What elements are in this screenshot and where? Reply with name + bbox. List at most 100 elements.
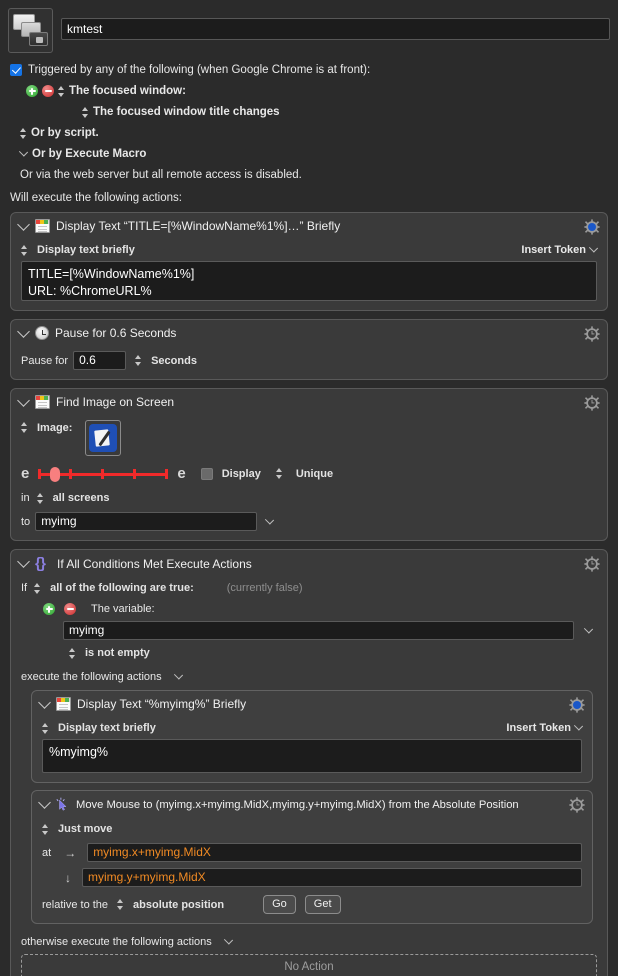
if-body: If all of the following are true: (curre… (11, 582, 607, 976)
remove-condition-button[interactable] (64, 603, 76, 615)
condition-mode-label: all of the following are true: (50, 582, 194, 594)
fuzz-slider-knob[interactable] (50, 466, 61, 482)
else-branch-header[interactable]: otherwise execute the following actions (21, 935, 597, 948)
action-title-row[interactable]: Pause for 0.6 Seconds (11, 320, 607, 344)
else-no-action-dropzone[interactable]: No Action (21, 954, 597, 976)
get-button[interactable]: Get (304, 895, 341, 914)
operator-stepper-icon[interactable] (69, 647, 76, 659)
unique-stepper-icon[interactable] (275, 468, 283, 479)
display-mode-row[interactable]: Display text briefly Insert Token (42, 721, 584, 734)
clock-icon (35, 326, 49, 340)
display-checkbox[interactable] (200, 467, 213, 480)
condition-variable-row[interactable]: myimg (21, 621, 597, 640)
add-condition-button[interactable] (43, 603, 55, 615)
trigger-sub-stepper-icon[interactable] (82, 106, 89, 118)
gear-icon[interactable] (584, 395, 600, 411)
gear-clock-icon[interactable] (584, 326, 600, 342)
add-trigger-button[interactable] (26, 85, 38, 97)
condition-operator-label: is not empty (85, 647, 150, 659)
condition-mode-stepper-icon[interactable] (34, 582, 41, 594)
chevron-down-icon[interactable] (583, 623, 594, 634)
move-y-input[interactable]: myimg.y+myimg.MidX (82, 868, 582, 887)
chevron-down-icon[interactable] (223, 935, 233, 945)
trigger-or-script-row[interactable]: Or by script. (10, 127, 608, 139)
image-source-stepper-icon[interactable] (21, 422, 28, 433)
position-mode-stepper-icon[interactable] (117, 899, 124, 910)
action-title-row[interactable]: Find Image on Screen (11, 389, 607, 413)
display-mode-stepper-icon[interactable] (21, 244, 28, 256)
chevron-down-icon[interactable] (173, 670, 183, 680)
move-mode-stepper-icon[interactable] (42, 823, 49, 835)
disclosure-triangle-icon[interactable] (38, 796, 51, 809)
display-text-textarea[interactable]: TITLE=[%WindowName%1%] URL: %ChromeURL% (21, 261, 597, 301)
chevron-down-icon[interactable] (265, 514, 275, 525)
chevron-down-icon[interactable] (18, 147, 29, 157)
condition-variable-input[interactable]: myimg (63, 621, 574, 640)
move-x-input[interactable]: myimg.x+myimg.MidX (87, 843, 582, 862)
trigger-item-row[interactable]: The focused window: (10, 85, 608, 97)
display-mode-stepper-icon[interactable] (42, 722, 49, 734)
gear-blue-icon[interactable] (584, 219, 600, 235)
trigger-enabled-row[interactable]: Triggered by any of the following (when … (10, 64, 608, 76)
result-variable-row[interactable]: to myimg (21, 512, 597, 531)
preview-app-icon[interactable] (85, 420, 122, 456)
condition-operator-row[interactable]: is not empty (21, 647, 597, 659)
macro-windows-icon[interactable] (8, 8, 53, 53)
action-display-text-2[interactable]: Display Text “%myimg%” Briefly Display t… (31, 690, 593, 783)
action-find-image[interactable]: Find Image on Screen Image: e e Display … (10, 388, 608, 541)
insert-token-button[interactable]: Insert Token (521, 243, 599, 256)
fuzz-slider-row[interactable]: e e Display Unique (21, 465, 597, 482)
display-mode-row[interactable]: Display text briefly Insert Token (21, 243, 599, 256)
result-variable-input[interactable]: myimg (35, 512, 258, 531)
move-mode-row[interactable]: Just move (42, 823, 582, 835)
display-text-textarea[interactable]: %myimg% (42, 739, 582, 773)
or-script-stepper-icon[interactable] (20, 127, 27, 139)
screens-row[interactable]: in all screens (21, 492, 597, 504)
display-mode-label: Display text briefly (58, 722, 156, 734)
disclosure-triangle-icon[interactable] (17, 217, 30, 231)
action-title-row[interactable]: Display Text “%myimg%” Briefly (32, 691, 592, 715)
action-body: Just move at → myimg.x+myimg.MidX ↓ myim… (32, 823, 592, 923)
move-y-row[interactable]: ↓ myimg.y+myimg.MidX (42, 868, 582, 887)
trigger-or-execute-macro-row[interactable]: Or by Execute Macro (10, 147, 608, 160)
go-button[interactable]: Go (263, 895, 296, 914)
screens-stepper-icon[interactable] (36, 492, 44, 504)
trigger-sub-row[interactable]: The focused window title changes (10, 106, 608, 118)
disclosure-triangle-icon[interactable] (17, 324, 30, 338)
at-label: at (42, 846, 52, 859)
action-move-mouse[interactable]: Move Mouse to (myimg.x+myimg.MidX,myimg.… (31, 790, 593, 924)
action-pause[interactable]: Pause for 0.6 Seconds Pause for 0.6 Seco… (10, 319, 608, 380)
action-title-row[interactable]: { } If All Conditions Met Execute Action… (11, 550, 607, 575)
fuzz-slider[interactable] (38, 466, 169, 482)
gear-icon[interactable] (584, 556, 600, 572)
condition-row[interactable]: The variable: (21, 603, 597, 615)
gear-blue-icon[interactable] (569, 697, 585, 713)
move-x-row[interactable]: at → myimg.x+myimg.MidX (42, 843, 582, 862)
document-window-icon (35, 219, 50, 233)
macro-name-input[interactable]: kmtest (61, 18, 610, 40)
position-mode-label: absolute position (133, 898, 225, 911)
condition-mode-row[interactable]: If all of the following are true: (curre… (21, 582, 597, 594)
image-source-row[interactable]: Image: (21, 420, 597, 456)
then-branch-header[interactable]: execute the following actions (21, 670, 597, 683)
action-title-row[interactable]: Move Mouse to (myimg.x+myimg.MidX,myimg.… (32, 791, 592, 816)
insert-token-button[interactable]: Insert Token (506, 721, 584, 734)
disclosure-triangle-icon[interactable] (38, 695, 51, 709)
move-relative-row[interactable]: relative to the absolute position Go Get (42, 895, 582, 914)
pause-duration-input[interactable]: 0.6 (73, 351, 127, 370)
disclosure-triangle-icon[interactable] (17, 555, 30, 568)
screens-label: all screens (52, 492, 110, 504)
gear-icon[interactable] (569, 797, 585, 813)
window-shape-front (29, 32, 48, 46)
action-display-text-1[interactable]: Display Text “TITLE=[%WindowName%1%]…” B… (10, 212, 608, 311)
remove-trigger-button[interactable] (42, 85, 54, 97)
trigger-enabled-checkbox[interactable] (10, 64, 22, 76)
disclosure-triangle-icon[interactable] (17, 393, 30, 407)
action-title-row[interactable]: Display Text “TITLE=[%WindowName%1%]…” B… (11, 213, 607, 237)
to-label: to (21, 515, 31, 528)
pause-units-stepper-icon[interactable] (135, 355, 142, 366)
trigger-type-stepper-icon[interactable] (58, 85, 65, 97)
action-if-all-conditions[interactable]: { } If All Conditions Met Execute Action… (10, 549, 608, 976)
currently-status-label: (currently false) (226, 582, 303, 594)
pause-duration-row[interactable]: Pause for 0.6 Seconds (21, 351, 597, 370)
